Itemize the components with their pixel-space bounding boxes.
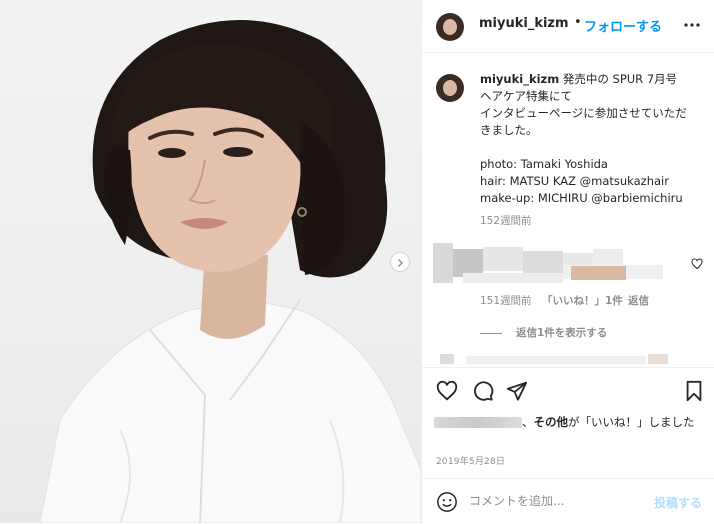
caption-line: hair: MATSU KAZ @matsukazhair (480, 174, 669, 188)
portrait-image (39, 20, 421, 523)
action-bar (422, 367, 714, 412)
post-side-panel: miyuki_kizm • フォローする miyuki_kizm 発売中の SP… (421, 0, 714, 523)
more-horizontal-icon[interactable] (683, 16, 701, 38)
comment-input[interactable] (469, 491, 669, 511)
smiley-icon[interactable] (436, 491, 458, 517)
likes-prefix: 、 (522, 415, 534, 429)
comment-likes[interactable]: 「いいね！」1件 (542, 293, 623, 308)
comment-timestamp: 151週間前 (480, 295, 532, 307)
caption-text: miyuki_kizm 発売中の SPUR 7月号 ヘアケア特集にて インタビュ… (480, 71, 708, 207)
likes-text: が「いいね！」しました (568, 415, 695, 429)
blurred-liker-name (434, 417, 522, 428)
post-comment-button[interactable]: 投稿する (654, 494, 702, 511)
comment-bubble-icon[interactable] (472, 380, 494, 406)
reply-button[interactable]: 返信 (628, 293, 649, 308)
caption-line: 発売中の SPUR 7月号 (562, 72, 678, 86)
blurred-comment (440, 354, 668, 364)
add-comment-bar: 投稿する (422, 478, 714, 524)
blurred-comment (433, 243, 663, 283)
separator-dot: • (574, 15, 582, 30)
paper-plane-icon[interactable] (506, 380, 528, 406)
view-replies-label: 返信1件を表示する (516, 327, 608, 339)
post-photo[interactable] (0, 0, 421, 523)
view-replies-button[interactable]: 返信1件を表示する (480, 325, 607, 340)
heart-outline-icon[interactable] (691, 255, 703, 274)
post-header: miyuki_kizm • フォローする (422, 0, 714, 53)
divider (480, 332, 502, 334)
caption-timestamp: 152週間前 (480, 215, 532, 227)
caption-username[interactable]: miyuki_kizm (480, 72, 559, 86)
caption-line: きました。 (480, 123, 538, 137)
heart-icon[interactable] (436, 380, 458, 406)
bookmark-icon[interactable] (684, 380, 704, 406)
chevron-right-icon (395, 253, 405, 272)
likes-others-link[interactable]: その他 (534, 415, 569, 429)
caption-line: make-up: MICHIRU @barbiemichiru (480, 191, 683, 205)
post-date: 2019年5月28日 (436, 457, 506, 467)
header-username[interactable]: miyuki_kizm (479, 16, 569, 31)
caption-line: インタビューページに参加させていただ (480, 106, 687, 120)
follow-button[interactable]: フォローする (584, 16, 662, 35)
caption-line: ヘアケア特集にて (480, 89, 572, 103)
likes-summary: 、その他が「いいね！」しました (434, 413, 706, 432)
avatar[interactable] (436, 74, 464, 102)
avatar[interactable] (436, 13, 464, 41)
caption-line: photo: Tamaki Yoshida (480, 157, 608, 171)
carousel-next-button[interactable] (390, 252, 410, 272)
